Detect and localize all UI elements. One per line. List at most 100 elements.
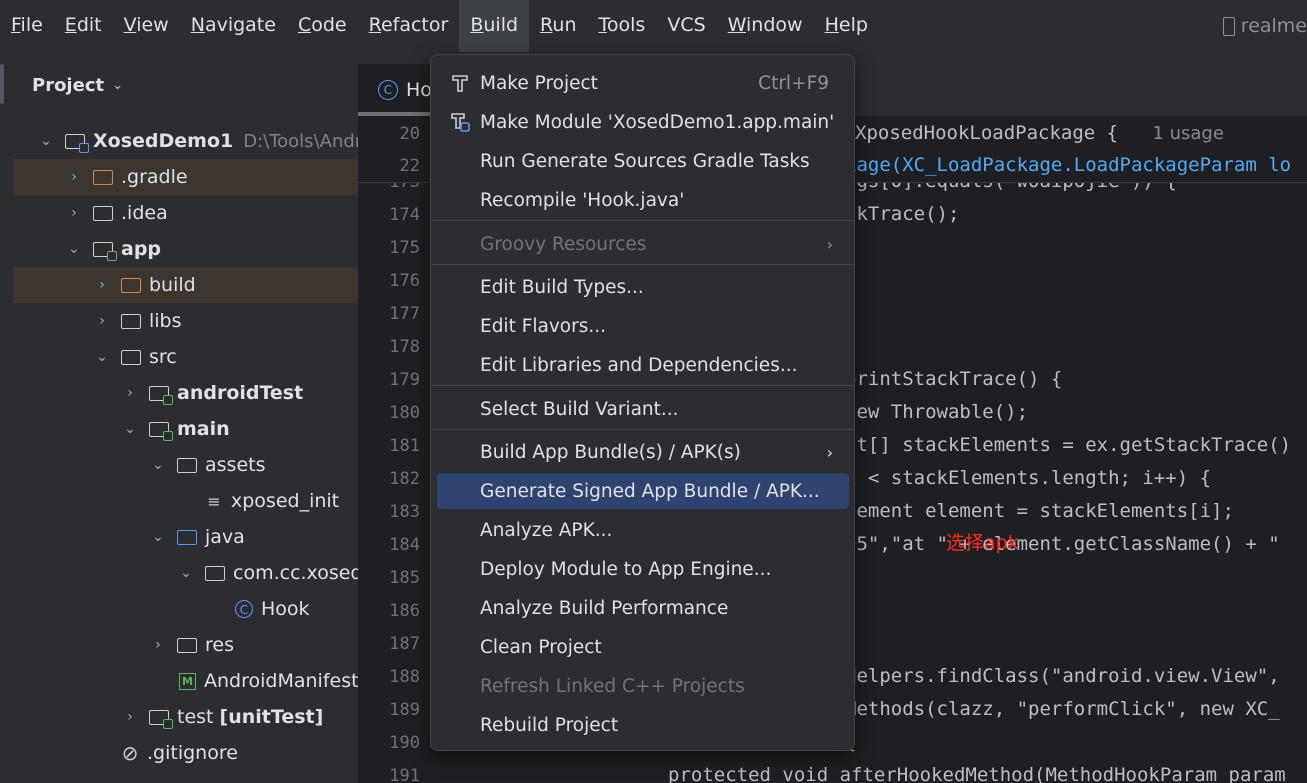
menu-build[interactable]: Build bbox=[459, 0, 530, 52]
class-icon: C bbox=[378, 80, 398, 100]
menu-item-edit-libraries[interactable]: Edit Libraries and Dependencies... bbox=[437, 347, 849, 383]
menu-item-label: Make Project bbox=[480, 72, 598, 94]
line-number: 179 bbox=[389, 370, 420, 390]
menu-item-select-build-variant[interactable]: Select Build Variant... bbox=[437, 391, 849, 427]
menu-navigate[interactable]: Navigate bbox=[180, 0, 287, 52]
code-line: i < stackElements.length; i++) { bbox=[845, 467, 1212, 489]
folder-icon bbox=[121, 349, 141, 365]
device-selector[interactable]: realme bbox=[1222, 0, 1307, 52]
tree-item-build[interactable]: › build bbox=[13, 267, 358, 303]
tree-item-res[interactable]: › res bbox=[13, 627, 358, 663]
tree-item-androidtest[interactable]: › androidTest bbox=[13, 375, 358, 411]
menu-code[interactable]: Code bbox=[287, 0, 358, 52]
menu-item-label: Generate Signed App Bundle / APK... bbox=[480, 480, 820, 502]
menu-help[interactable]: Help bbox=[814, 0, 879, 52]
tree-item-idea[interactable]: › .idea bbox=[13, 195, 358, 231]
menu-item-build-app-bundle[interactable]: Build App Bundle(s) / APK(s) › bbox=[437, 434, 849, 470]
line-number: 183 bbox=[389, 502, 420, 522]
hammer-icon bbox=[452, 75, 468, 92]
project-panel: Project ⌄ ⌄ XosedDemo1 D:\Tools\Androi ›… bbox=[13, 52, 358, 783]
tree-item-label: app bbox=[121, 238, 162, 260]
chevron-down-icon: ⌄ bbox=[152, 529, 164, 545]
menu-item-label: Refresh Linked C++ Projects bbox=[480, 675, 745, 697]
tree-item-hook[interactable]: C Hook bbox=[13, 591, 358, 627]
tree-item-label: .idea bbox=[121, 202, 168, 224]
line-number: 189 bbox=[389, 700, 420, 720]
tree-item-root[interactable]: ⌄ XosedDemo1 D:\Tools\Androi bbox=[13, 123, 358, 159]
menu-file[interactable]: File bbox=[0, 0, 54, 52]
menu-tools[interactable]: Tools bbox=[588, 0, 657, 52]
menu-refactor[interactable]: Refactor bbox=[358, 0, 460, 52]
tree-item-label: main bbox=[177, 418, 230, 440]
line-number: 187 bbox=[389, 634, 420, 654]
tree-item-label: AndroidManifest.: bbox=[204, 670, 358, 692]
menu-item-analyze-apk[interactable]: Analyze APK... bbox=[437, 512, 849, 548]
menu-item-generate-sources[interactable]: Run Generate Sources Gradle Tasks bbox=[437, 143, 849, 179]
shortcut-label: Ctrl+F9 bbox=[758, 72, 829, 94]
menu-item-generate-signed-apk[interactable]: Generate Signed App Bundle / APK... bbox=[437, 473, 849, 509]
menu-item-label: Select Build Variant... bbox=[480, 398, 679, 420]
tree-item-path: D:\Tools\Androi bbox=[243, 130, 358, 152]
menu-item-edit-build-types[interactable]: Edit Build Types... bbox=[437, 269, 849, 305]
menu-view[interactable]: View bbox=[113, 0, 180, 52]
tree-item-suffix: [unitTest] bbox=[219, 706, 324, 728]
chevron-right-icon: › bbox=[71, 169, 77, 185]
tree-item-label: com.cc.xosedd bbox=[233, 562, 358, 584]
resource-folder-icon bbox=[177, 637, 197, 653]
tree-item-label: libs bbox=[149, 310, 182, 332]
menu-edit[interactable]: Edit bbox=[54, 0, 113, 52]
menu-item-rebuild-project[interactable]: Rebuild Project bbox=[437, 707, 849, 743]
tree-item-gitignore[interactable]: ⊘ .gitignore bbox=[13, 735, 358, 771]
menu-item-label: Make Module 'XosedDemo1.app.main' bbox=[480, 111, 835, 133]
menu-item-label: Build App Bundle(s) / APK(s) bbox=[480, 441, 741, 463]
code-line: 95","at " + element.getClassName() + " bbox=[845, 533, 1280, 555]
menu-item-recompile[interactable]: Recompile 'Hook.java' bbox=[437, 182, 849, 218]
chevron-right-icon: › bbox=[99, 313, 105, 329]
project-title: Project bbox=[32, 74, 105, 96]
menu-item-label: Analyze Build Performance bbox=[480, 597, 729, 619]
tree-item-libs[interactable]: › libs bbox=[13, 303, 358, 339]
tree-item-test[interactable]: › test [unitTest] bbox=[13, 699, 358, 735]
package-icon bbox=[205, 565, 225, 581]
tree-item-xposed-init[interactable]: ≡ xposed_init bbox=[13, 483, 358, 519]
menu-item-edit-flavors[interactable]: Edit Flavors... bbox=[437, 308, 849, 344]
menu-item-make-module[interactable]: Make Module 'XosedDemo1.app.main' bbox=[437, 104, 849, 140]
chevron-right-icon: › bbox=[127, 385, 133, 401]
code-line: printStackTrace() { bbox=[845, 368, 1063, 390]
tree-item-main[interactable]: ⌄ main bbox=[13, 411, 358, 447]
menu-window[interactable]: Window bbox=[717, 0, 814, 52]
code-line: protected void afterHookedMethod(MethodH… bbox=[668, 764, 1286, 783]
tree-item-app[interactable]: ⌄ app bbox=[13, 231, 358, 267]
tree-item-manifest[interactable]: M AndroidManifest.: bbox=[13, 663, 358, 699]
menu-vcs[interactable]: VCS bbox=[656, 0, 716, 52]
sticky-text: kage(XC_LoadPackage.LoadPackageParam lo bbox=[845, 154, 1292, 176]
menu-item-deploy-app-engine[interactable]: Deploy Module to App Engine... bbox=[437, 551, 849, 587]
menu-item-make-project[interactable]: Make Project Ctrl+F9 bbox=[437, 65, 849, 101]
menu-run[interactable]: Run bbox=[529, 0, 587, 52]
tree-item-gradle[interactable]: › .gradle bbox=[13, 159, 358, 195]
menu-item-clean-project[interactable]: Clean Project bbox=[437, 629, 849, 665]
menu-item-analyze-build-performance[interactable]: Analyze Build Performance bbox=[437, 590, 849, 626]
text-file-icon: ≡ bbox=[207, 491, 221, 511]
code-line: Methods(clazz, "performClick", new XC_ bbox=[845, 698, 1280, 720]
folder-icon bbox=[93, 205, 113, 221]
tree-item-package[interactable]: ⌄ com.cc.xosedd bbox=[13, 555, 358, 591]
project-panel-header[interactable]: Project ⌄ bbox=[13, 52, 358, 118]
class-icon: C bbox=[235, 600, 253, 618]
menu-item-label: Deploy Module to App Engine... bbox=[480, 558, 772, 580]
module-folder-icon bbox=[93, 241, 117, 261]
sticky-text: XposedHookLoadPackage { bbox=[855, 122, 1119, 144]
project-tool-button[interactable] bbox=[0, 64, 4, 104]
tree-item-java[interactable]: ⌄ java bbox=[13, 519, 358, 555]
tree-item-label: build bbox=[149, 274, 196, 296]
tree-item-src[interactable]: ⌄ src bbox=[13, 339, 358, 375]
tree-item-assets[interactable]: ⌄ assets bbox=[13, 447, 358, 483]
chevron-down-icon: ⌄ bbox=[96, 349, 108, 365]
source-folder-icon bbox=[177, 529, 197, 545]
tab-label: Ho bbox=[406, 79, 432, 101]
usages-hint[interactable]: 1 usage bbox=[1152, 123, 1224, 144]
chevron-down-icon: ⌄ bbox=[180, 565, 192, 581]
chevron-right-icon: › bbox=[155, 637, 161, 653]
manifest-icon: M bbox=[179, 672, 196, 690]
module-folder-icon bbox=[65, 133, 89, 153]
